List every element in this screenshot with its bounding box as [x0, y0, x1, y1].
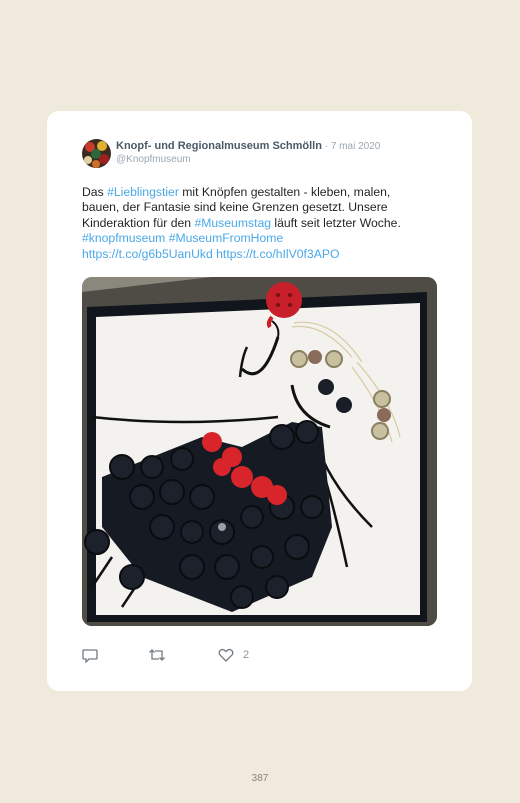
tweet-line: Kinderaktion für den #Museumstag läuft s…	[82, 216, 442, 231]
author-name[interactable]: Knopf- und Regionalmuseum Schmölln	[116, 140, 322, 152]
text-segment: Das	[82, 185, 108, 199]
avatar[interactable]	[82, 139, 111, 168]
retweet-icon[interactable]	[148, 647, 166, 668]
tweet-line: bauen, der Fantasie sind keine Grenzen g…	[82, 200, 442, 215]
reply-icon[interactable]	[82, 647, 98, 668]
tweet-line: https://t.co/g6b5UanUkd https://t.co/hIl…	[82, 247, 442, 262]
tweet-date[interactable]: 7 mai 2020	[331, 141, 380, 152]
author-line: Knopf- und Regionalmuseum Schmölln · 7 m…	[116, 140, 380, 152]
tweet-line: #knopfmuseum #MuseumFromHome	[82, 231, 442, 246]
text-segment: bauen, der Fantasie sind keine Grenzen g…	[82, 200, 388, 215]
date-separator: ·	[321, 141, 331, 152]
url-link[interactable]: https://t.co/g6b5UanUkd	[82, 247, 213, 261]
like-count: 2	[243, 649, 250, 661]
hashtag-link[interactable]: #Museumstag	[194, 216, 271, 230]
author-handle[interactable]: @Knopfmuseum	[116, 154, 191, 165]
tweet-text: Das #Lieblingstier mit Knöpfen gestalten…	[82, 185, 442, 262]
heart-icon[interactable]	[218, 647, 234, 668]
text-segment: Kinderaktion für den	[82, 215, 195, 230]
hashtag-link[interactable]: #MuseumFromHome	[169, 231, 283, 245]
page-number: 387	[251, 773, 269, 784]
button-art-photo	[82, 277, 437, 626]
tweet-actions: 2	[82, 647, 382, 665]
tweet-card: Knopf- und Regionalmuseum Schmölln · 7 m…	[47, 111, 472, 691]
hashtag-link[interactable]: #knopfmuseum	[82, 231, 165, 245]
hashtag-link[interactable]: #Lieblingstier	[107, 185, 179, 199]
url-link[interactable]: https://t.co/hIlV0f3APO	[216, 247, 339, 261]
text-segment: mit Knöpfen gestalten - kleben, malen,	[178, 185, 391, 199]
text-segment: läuft seit letzter Woche.	[271, 215, 401, 230]
tweet-line: Das #Lieblingstier mit Knöpfen gestalten…	[82, 185, 442, 200]
tweet-photo[interactable]	[82, 277, 437, 626]
